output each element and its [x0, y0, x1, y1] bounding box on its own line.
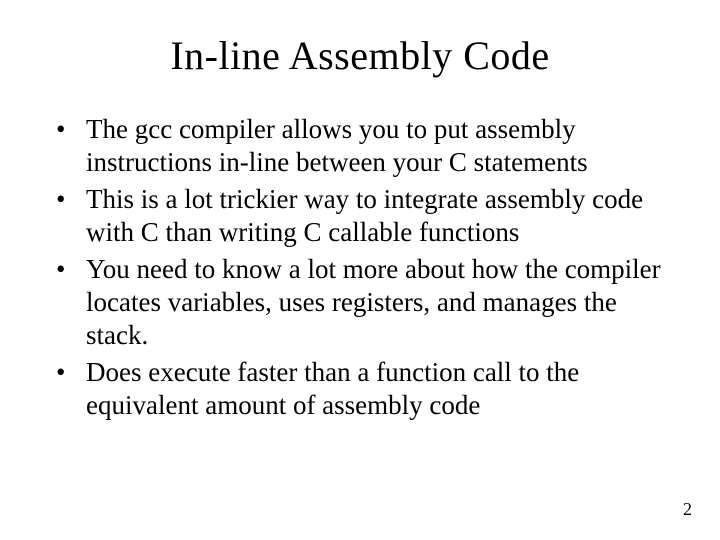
- list-item: The gcc compiler allows you to put assem…: [48, 113, 672, 179]
- list-item: Does execute faster than a function call…: [48, 356, 672, 422]
- list-item: This is a lot trickier way to integrate …: [48, 183, 672, 249]
- slide-title: In-line Assembly Code: [48, 32, 672, 79]
- page-number: 2: [683, 499, 692, 520]
- bullet-list: The gcc compiler allows you to put assem…: [48, 113, 672, 421]
- list-item: You need to know a lot more about how th…: [48, 253, 672, 352]
- slide: In-line Assembly Code The gcc compiler a…: [0, 0, 720, 540]
